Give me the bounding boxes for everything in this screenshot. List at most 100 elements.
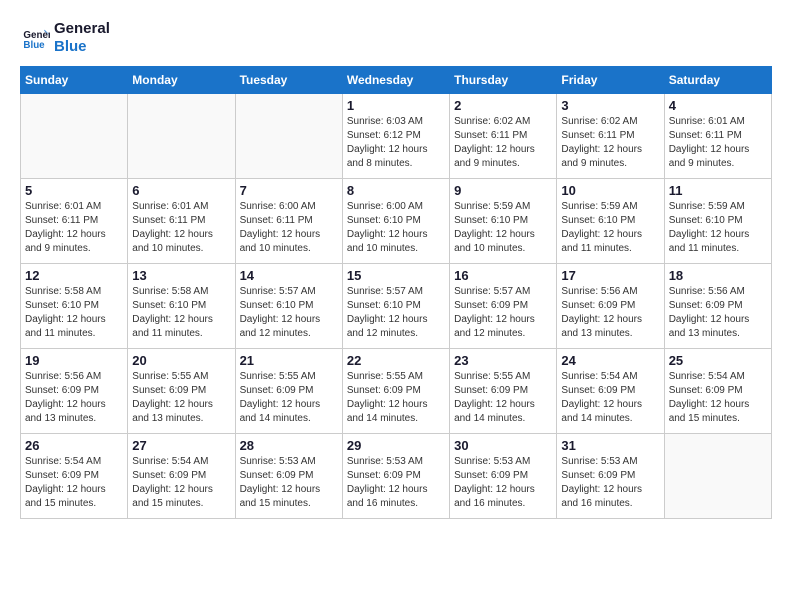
weekday-header-thursday: Thursday	[450, 67, 557, 94]
day-info: Sunrise: 5:58 AM Sunset: 6:10 PM Dayligh…	[132, 285, 230, 341]
day-info: Sunrise: 6:00 AM Sunset: 6:11 PM Dayligh…	[240, 200, 338, 256]
day-info: Sunrise: 6:01 AM Sunset: 6:11 PM Dayligh…	[25, 200, 123, 256]
logo-text-general: General	[54, 20, 110, 38]
day-info: Sunrise: 5:57 AM Sunset: 6:10 PM Dayligh…	[240, 285, 338, 341]
calendar-cell: 20 Sunrise: 5:55 AM Sunset: 6:09 PM Dayli…	[128, 349, 235, 434]
day-number: 23	[454, 353, 552, 368]
day-number: 24	[561, 353, 659, 368]
day-number: 22	[347, 353, 445, 368]
calendar-cell: 11 Sunrise: 5:59 AM Sunset: 6:10 PM Dayli…	[664, 179, 771, 264]
day-info: Sunrise: 6:01 AM Sunset: 6:11 PM Dayligh…	[132, 200, 230, 256]
day-number: 21	[240, 353, 338, 368]
day-number: 27	[132, 438, 230, 453]
calendar-cell: 13 Sunrise: 5:58 AM Sunset: 6:10 PM Dayli…	[128, 264, 235, 349]
calendar-cell: 28 Sunrise: 5:53 AM Sunset: 6:09 PM Dayli…	[235, 434, 342, 519]
day-info: Sunrise: 5:56 AM Sunset: 6:09 PM Dayligh…	[669, 285, 767, 341]
calendar-cell	[664, 434, 771, 519]
weekday-header-monday: Monday	[128, 67, 235, 94]
page-header: General Blue General Blue	[20, 20, 772, 56]
day-info: Sunrise: 6:00 AM Sunset: 6:10 PM Dayligh…	[347, 200, 445, 256]
day-number: 28	[240, 438, 338, 453]
logo-icon: General Blue	[22, 24, 50, 52]
calendar-cell	[128, 94, 235, 179]
calendar-cell: 17 Sunrise: 5:56 AM Sunset: 6:09 PM Dayli…	[557, 264, 664, 349]
calendar-cell: 23 Sunrise: 5:55 AM Sunset: 6:09 PM Dayli…	[450, 349, 557, 434]
day-info: Sunrise: 5:53 AM Sunset: 6:09 PM Dayligh…	[561, 455, 659, 511]
calendar-cell: 15 Sunrise: 5:57 AM Sunset: 6:10 PM Dayli…	[342, 264, 449, 349]
calendar-cell: 2 Sunrise: 6:02 AM Sunset: 6:11 PM Daylig…	[450, 94, 557, 179]
weekday-header-tuesday: Tuesday	[235, 67, 342, 94]
day-number: 6	[132, 183, 230, 198]
calendar-cell: 24Sunrise: 5:54 AM Sunset: 6:09 PM Dayli…	[557, 349, 664, 434]
day-number: 9	[454, 183, 552, 198]
day-number: 26	[25, 438, 123, 453]
day-number: 5	[25, 183, 123, 198]
week-row-2: 5 Sunrise: 6:01 AM Sunset: 6:11 PM Daylig…	[21, 179, 772, 264]
calendar-cell: 16Sunrise: 5:57 AM Sunset: 6:09 PM Dayli…	[450, 264, 557, 349]
logo: General Blue General Blue	[20, 20, 110, 56]
day-number: 30	[454, 438, 552, 453]
calendar-cell: 12 Sunrise: 5:58 AM Sunset: 6:10 PM Dayli…	[21, 264, 128, 349]
day-number: 29	[347, 438, 445, 453]
day-number: 15	[347, 268, 445, 283]
calendar-cell: 5 Sunrise: 6:01 AM Sunset: 6:11 PM Daylig…	[21, 179, 128, 264]
week-row-5: 26 Sunrise: 5:54 AM Sunset: 6:09 PM Dayli…	[21, 434, 772, 519]
day-number: 13	[132, 268, 230, 283]
day-info: Sunrise: 5:59 AM Sunset: 6:10 PM Dayligh…	[669, 200, 767, 256]
weekday-header-wednesday: Wednesday	[342, 67, 449, 94]
calendar-cell: 25 Sunrise: 5:54 AM Sunset: 6:09 PM Dayli…	[664, 349, 771, 434]
day-number: 4	[669, 98, 767, 113]
day-number: 20	[132, 353, 230, 368]
day-info: Sunrise: 5:57 AM Sunset: 6:10 PM Dayligh…	[347, 285, 445, 341]
day-number: 10	[561, 183, 659, 198]
day-number: 8	[347, 183, 445, 198]
weekday-header-friday: Friday	[557, 67, 664, 94]
weekday-header-sunday: Sunday	[21, 67, 128, 94]
calendar-cell: 31 Sunrise: 5:53 AM Sunset: 6:09 PM Dayli…	[557, 434, 664, 519]
calendar-cell	[235, 94, 342, 179]
calendar-cell: 21 Sunrise: 5:55 AM Sunset: 6:09 PM Dayli…	[235, 349, 342, 434]
week-row-1: 1Sunrise: 6:03 AM Sunset: 6:12 PM Daylig…	[21, 94, 772, 179]
day-info: Sunrise: 5:55 AM Sunset: 6:09 PM Dayligh…	[132, 370, 230, 426]
calendar-cell: 26Sunrise: 5:54 AM Sunset: 6:09 PM Dayli…	[21, 434, 128, 519]
calendar-cell: 19 Sunrise: 5:56 AM Sunset: 6:09 PM Dayli…	[21, 349, 128, 434]
calendar-cell: 30 Sunrise: 5:53 AM Sunset: 6:09 PM Dayli…	[450, 434, 557, 519]
day-number: 3	[561, 98, 659, 113]
day-info: Sunrise: 5:55 AM Sunset: 6:09 PM Dayligh…	[347, 370, 445, 426]
day-number: 25	[669, 353, 767, 368]
day-number: 1	[347, 98, 445, 113]
day-info: Sunrise: 5:56 AM Sunset: 6:09 PM Dayligh…	[561, 285, 659, 341]
calendar-cell: 9 Sunrise: 5:59 AM Sunset: 6:10 PM Daylig…	[450, 179, 557, 264]
day-info: Sunrise: 5:54 AM Sunset: 6:09 PM Dayligh…	[132, 455, 230, 511]
day-info: Sunrise: 6:02 AM Sunset: 6:11 PM Dayligh…	[454, 115, 552, 171]
day-info: Sunrise: 5:53 AM Sunset: 6:09 PM Dayligh…	[454, 455, 552, 511]
day-number: 7	[240, 183, 338, 198]
day-info: Sunrise: 5:54 AM Sunset: 6:09 PM Dayligh…	[669, 370, 767, 426]
calendar-cell: 10Sunrise: 5:59 AM Sunset: 6:10 PM Dayli…	[557, 179, 664, 264]
day-info: Sunrise: 5:53 AM Sunset: 6:09 PM Dayligh…	[240, 455, 338, 511]
day-info: Sunrise: 6:02 AM Sunset: 6:11 PM Dayligh…	[561, 115, 659, 171]
day-info: Sunrise: 5:58 AM Sunset: 6:10 PM Dayligh…	[25, 285, 123, 341]
calendar-cell: 7 Sunrise: 6:00 AM Sunset: 6:11 PM Daylig…	[235, 179, 342, 264]
day-number: 18	[669, 268, 767, 283]
day-number: 16	[454, 268, 552, 283]
day-number: 14	[240, 268, 338, 283]
calendar-cell: 29Sunrise: 5:53 AM Sunset: 6:09 PM Dayli…	[342, 434, 449, 519]
day-number: 19	[25, 353, 123, 368]
calendar-cell: 27 Sunrise: 5:54 AM Sunset: 6:09 PM Dayli…	[128, 434, 235, 519]
day-info: Sunrise: 5:55 AM Sunset: 6:09 PM Dayligh…	[240, 370, 338, 426]
calendar-cell: 8 Sunrise: 6:00 AM Sunset: 6:10 PM Daylig…	[342, 179, 449, 264]
logo-text-blue: Blue	[54, 38, 110, 56]
day-number: 2	[454, 98, 552, 113]
day-number: 31	[561, 438, 659, 453]
calendar-cell: 6 Sunrise: 6:01 AM Sunset: 6:11 PM Daylig…	[128, 179, 235, 264]
day-info: Sunrise: 5:56 AM Sunset: 6:09 PM Dayligh…	[25, 370, 123, 426]
day-info: Sunrise: 5:59 AM Sunset: 6:10 PM Dayligh…	[454, 200, 552, 256]
day-number: 17	[561, 268, 659, 283]
weekday-header-saturday: Saturday	[664, 67, 771, 94]
day-number: 12	[25, 268, 123, 283]
day-info: Sunrise: 5:55 AM Sunset: 6:09 PM Dayligh…	[454, 370, 552, 426]
day-number: 11	[669, 183, 767, 198]
calendar-cell: 4Sunrise: 6:01 AM Sunset: 6:11 PM Daylig…	[664, 94, 771, 179]
calendar-cell: 22 Sunrise: 5:55 AM Sunset: 6:09 PM Dayli…	[342, 349, 449, 434]
